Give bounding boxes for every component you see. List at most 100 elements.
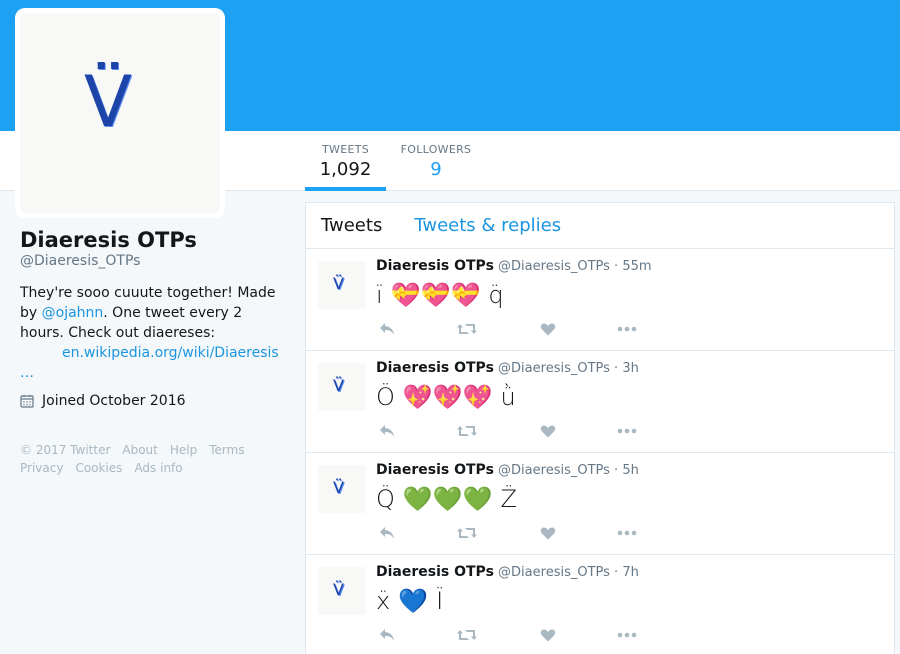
like-button[interactable]	[537, 421, 559, 441]
avatar-logo: V̈	[84, 61, 132, 143]
heart-icon	[540, 323, 556, 336]
joined-date: Joined October 2016	[20, 393, 290, 409]
footer-links: © 2017 Twitter About Help Terms Privacy Cook…	[20, 441, 290, 477]
stat-tweets-label: TWEETS	[322, 143, 369, 156]
profile-bio: They're sooo cuuute together! Made by @o…	[20, 283, 290, 383]
tweet-text: ï 💝💝💝 q̈	[376, 278, 512, 312]
stat-followers-label: FOLLOWERS	[400, 143, 472, 156]
reply-icon	[380, 425, 394, 437]
retweet-button[interactable]	[456, 421, 478, 441]
more-button[interactable]	[616, 625, 638, 645]
tweet-left-char: ẍ	[376, 587, 391, 615]
tweet-avatar-logo: V̈	[333, 274, 344, 293]
tweet-avatar[interactable]: V̈	[318, 261, 366, 309]
footer-terms-link[interactable]: Terms	[209, 443, 244, 457]
tweet-emoji: 💚💚💚	[402, 485, 493, 513]
reply-button[interactable]	[376, 319, 398, 339]
tweet-avatar[interactable]: V̈	[318, 465, 366, 513]
tweet-author-name[interactable]: Diaeresis OTPs	[376, 258, 494, 274]
tab-tweets[interactable]: Tweets	[321, 215, 382, 236]
tweet-text: Q̈ 💚💚💚 Z̈	[376, 482, 525, 516]
more-button[interactable]	[616, 319, 638, 339]
tweet-left-char: Q̈	[376, 485, 395, 513]
tweet-timestamp[interactable]: 55m	[622, 259, 651, 274]
retweet-icon	[457, 324, 477, 334]
tweet-text: Ö 💖💖💖 ǜ	[376, 380, 524, 414]
tweet-avatar[interactable]: V̈	[318, 363, 366, 411]
tweet-author-handle[interactable]: @Diaeresis_OTPs	[498, 565, 610, 580]
more-icon	[617, 632, 637, 638]
tweet-avatar[interactable]: V̈	[318, 567, 366, 615]
profile-handle[interactable]: @Diaeresis_OTPs	[20, 253, 290, 269]
tweet-header: Diaeresis OTPs @Diaeresis_OTPs · 5h	[376, 462, 639, 478]
retweet-button[interactable]	[456, 625, 478, 645]
tweet[interactable]: V̈ Diaeresis OTPs @Diaeresis_OTPs · 55m …	[306, 249, 894, 351]
footer-help-link[interactable]: Help	[170, 443, 197, 457]
like-button[interactable]	[537, 523, 559, 543]
retweet-button[interactable]	[456, 523, 478, 543]
tweet-emoji: 💙	[398, 587, 429, 615]
footer-about-link[interactable]: About	[122, 443, 157, 457]
tweet-timestamp[interactable]: 3h	[622, 361, 639, 376]
tweet-author-handle[interactable]: @Diaeresis_OTPs	[498, 361, 610, 376]
tweet-right-char: Ï	[436, 587, 444, 615]
like-button[interactable]	[537, 319, 559, 339]
more-icon	[617, 428, 637, 434]
tweet-emoji: 💖💖💖	[402, 383, 493, 411]
footer-privacy-link[interactable]: Privacy	[20, 461, 63, 475]
tweet-left-char: ï	[376, 281, 383, 309]
tweet-timestamp[interactable]: 7h	[622, 565, 639, 580]
reply-button[interactable]	[376, 523, 398, 543]
active-stat-indicator	[305, 187, 386, 191]
tweet-actions	[376, 421, 646, 441]
tweet-author-handle[interactable]: @Diaeresis_OTPs	[498, 463, 610, 478]
profile-name[interactable]: Diaeresis OTPs	[20, 228, 290, 252]
tab-tweets-and-replies[interactable]: Tweets & replies	[414, 215, 561, 236]
tweet-separator: ·	[614, 361, 619, 376]
more-button[interactable]	[616, 523, 638, 543]
profile-card: Diaeresis OTPs @Diaeresis_OTPs They're s…	[20, 228, 290, 477]
tweet-separator: ·	[614, 259, 619, 274]
reply-button[interactable]	[376, 421, 398, 441]
tweet-timestamp[interactable]: 5h	[622, 463, 639, 478]
bio-url-link[interactable]: en.wikipedia.org/wiki/Diaeresis	[20, 343, 290, 363]
tweet-emoji: 💝💝💝	[390, 281, 481, 309]
calendar-icon	[20, 395, 34, 408]
bio-url-ellipsis[interactable]: …	[20, 365, 34, 381]
bio-mention-link[interactable]: @ojahnn	[42, 305, 104, 321]
timeline-tabs: Tweets Tweets & replies	[306, 203, 894, 249]
retweet-icon	[457, 630, 477, 640]
reply-button[interactable]	[376, 625, 398, 645]
joined-text: Joined October 2016	[42, 393, 186, 409]
stat-followers-value: 9	[430, 159, 442, 180]
heart-icon	[540, 527, 556, 540]
retweet-button[interactable]	[456, 319, 478, 339]
retweet-icon	[457, 528, 477, 538]
tweet-text: ẍ 💙 Ï	[376, 584, 451, 618]
stat-followers[interactable]: FOLLOWERS 9	[396, 143, 476, 180]
tweet-author-handle[interactable]: @Diaeresis_OTPs	[498, 259, 610, 274]
tweet[interactable]: V̈ Diaeresis OTPs @Diaeresis_OTPs · 5h Q…	[306, 453, 894, 555]
tweet[interactable]: V̈ Diaeresis OTPs @Diaeresis_OTPs · 3h Ö…	[306, 351, 894, 453]
like-button[interactable]	[537, 625, 559, 645]
tweet[interactable]: V̈ Diaeresis OTPs @Diaeresis_OTPs · 7h ẍ…	[306, 555, 894, 654]
tweet-separator: ·	[614, 463, 619, 478]
more-button[interactable]	[616, 421, 638, 441]
profile-avatar[interactable]: V̈	[15, 8, 225, 218]
heart-icon	[540, 629, 556, 642]
stat-tweets-value: 1,092	[319, 159, 372, 180]
timeline: Tweets Tweets & replies V̈ Diaeresis OTP…	[305, 202, 895, 654]
tweet-avatar-logo: V̈	[333, 478, 344, 497]
tweet-author-name[interactable]: Diaeresis OTPs	[376, 360, 494, 376]
tweet-avatar-logo: V̈	[333, 580, 344, 599]
stat-tweets[interactable]: TWEETS 1,092	[305, 143, 386, 180]
tweet-header: Diaeresis OTPs @Diaeresis_OTPs · 7h	[376, 564, 639, 580]
more-icon	[617, 530, 637, 536]
tweet-actions	[376, 523, 646, 543]
footer-ads-info-link[interactable]: Ads info	[134, 461, 182, 475]
tweet-left-char: Ö	[376, 383, 395, 411]
footer-cookies-link[interactable]: Cookies	[75, 461, 122, 475]
tweet-header: Diaeresis OTPs @Diaeresis_OTPs · 55m	[376, 258, 652, 274]
tweet-author-name[interactable]: Diaeresis OTPs	[376, 462, 494, 478]
tweet-author-name[interactable]: Diaeresis OTPs	[376, 564, 494, 580]
